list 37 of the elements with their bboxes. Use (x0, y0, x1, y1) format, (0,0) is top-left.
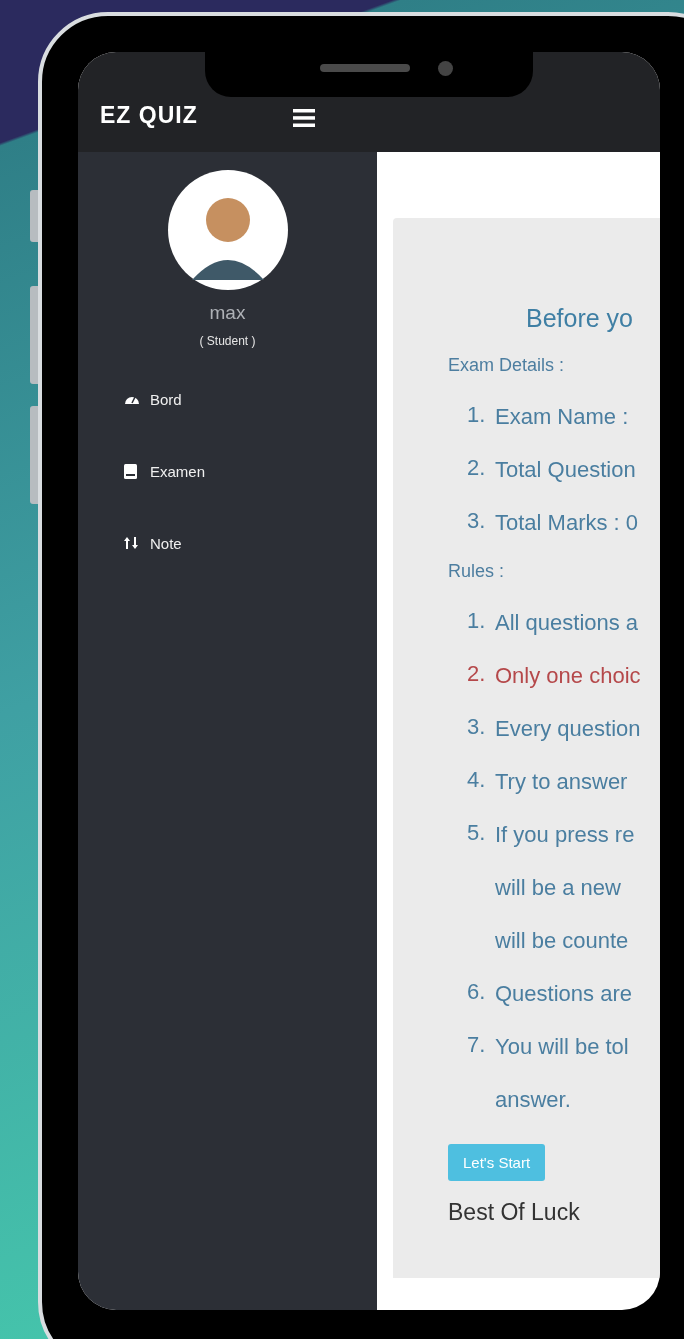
list-number: 1. (467, 402, 487, 429)
list-text: Questions are (495, 980, 632, 1008)
menu-icon[interactable] (292, 108, 315, 128)
list-text: Total Question (495, 456, 636, 484)
footer-text: Best Of Luck (448, 1199, 580, 1226)
list-number: 6. (467, 979, 487, 1006)
nav-link[interactable]: Bord (124, 388, 182, 410)
camera-dot (438, 61, 453, 76)
list-number: 3. (467, 508, 487, 535)
list-text: If you press re (495, 821, 635, 849)
list-number: 4. (467, 767, 487, 794)
list-text: will be a new (495, 874, 621, 902)
list-text: answer. (495, 1086, 571, 1114)
list-number: 2. (467, 661, 487, 688)
list-number: 2. (467, 455, 487, 482)
list-text: You will be tol (495, 1033, 629, 1061)
nav-link[interactable]: Examen (124, 460, 206, 482)
list-text: Try to answer (495, 768, 628, 796)
list-number: 1. (467, 608, 487, 635)
list-number: 5. (467, 820, 487, 847)
section-title: Exam Details : (448, 355, 565, 376)
list-text: Exam Name : (495, 403, 629, 431)
list-text: Only one choic (495, 662, 641, 690)
list-text: Every question (495, 715, 641, 743)
user-role: ( Student ) (199, 334, 256, 348)
list-text: Total Marks : 0 (495, 509, 639, 537)
sort-arrows-icon (124, 536, 140, 550)
nav-link[interactable]: Note (124, 532, 182, 554)
user-name: max (209, 302, 246, 324)
section-title: Rules : (448, 561, 505, 582)
list-number: 3. (467, 714, 487, 741)
list-text: will be counte (495, 927, 629, 955)
app-logo: EZ QUIZ (100, 102, 198, 129)
heading: Before yo (526, 304, 633, 333)
book-icon (124, 463, 140, 479)
list-number: 7. (467, 1032, 487, 1059)
list-text: All questions a (495, 609, 639, 637)
